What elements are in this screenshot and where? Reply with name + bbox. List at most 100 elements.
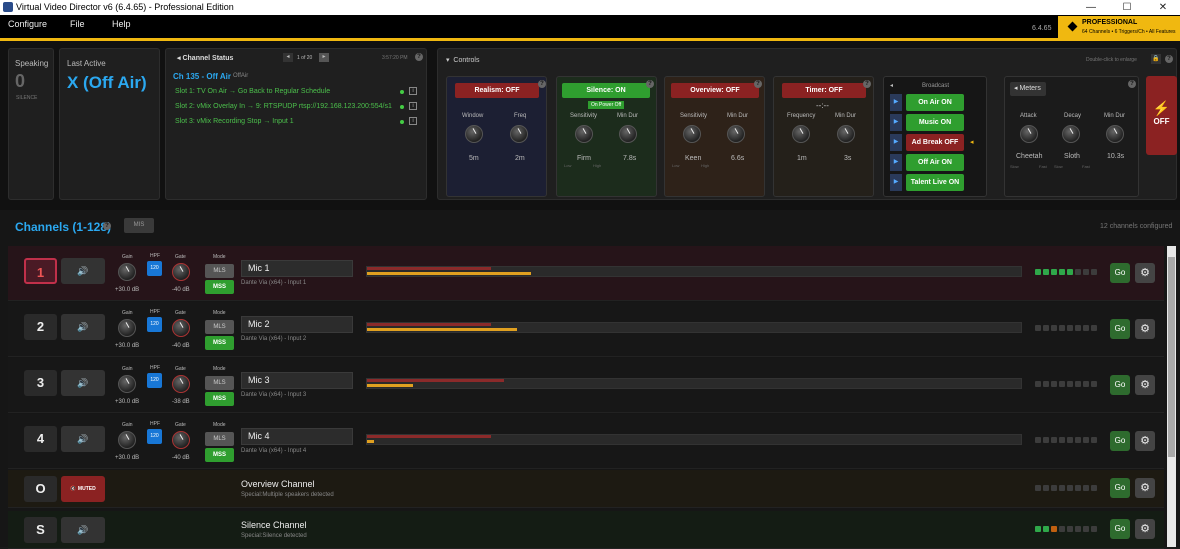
mss-button[interactable]: MSS (205, 448, 234, 462)
mss-button[interactable]: MSS (205, 280, 234, 294)
on-air-button[interactable]: On Air ON (906, 94, 964, 111)
controls-help-icon[interactable]: ? (1165, 55, 1173, 63)
lock-icon[interactable]: 🔒 (1151, 54, 1161, 64)
broadcast-collapse[interactable]: ◂ (890, 82, 893, 89)
speaker-button[interactable]: 🔊 (61, 258, 105, 284)
go-button[interactable]: Go (1110, 263, 1130, 283)
gear-icon[interactable]: ⚙ (1135, 478, 1155, 498)
hpf-button[interactable]: 120 (147, 373, 162, 388)
gate-knob[interactable] (172, 431, 190, 449)
speaker-button[interactable]: 🔊 (61, 426, 105, 452)
gear-icon[interactable]: ⚙ (1135, 263, 1155, 283)
meters-title[interactable]: ◂ Meters (1010, 82, 1046, 96)
prev-page-button[interactable]: ◂ (283, 53, 293, 62)
overview-mindur-knob[interactable] (727, 125, 745, 143)
off-air-button[interactable]: Off Air ON (906, 154, 964, 171)
slot-2-info-icon[interactable]: i (409, 102, 417, 110)
go-button[interactable]: Go (1110, 519, 1130, 539)
gear-icon[interactable]: ⚙ (1135, 431, 1155, 451)
meters-help-icon[interactable]: ? (1128, 80, 1136, 88)
slot-1-info-icon[interactable]: i (409, 87, 417, 95)
mls-button[interactable]: MLS (205, 320, 234, 334)
music-button[interactable]: Music ON (906, 114, 964, 131)
special-speaker-button[interactable]: 🔇 MUTED (61, 476, 105, 502)
gain-knob[interactable] (118, 263, 136, 281)
broadcast-play-2[interactable]: ▶ (890, 114, 902, 131)
realism-toggle[interactable]: Realism: OFF (455, 83, 539, 98)
maximize-button[interactable]: ☐ (1109, 0, 1145, 15)
overview-help-icon[interactable]: ? (754, 80, 762, 88)
hpf-button[interactable]: 120 (147, 317, 162, 332)
gain-knob[interactable] (118, 431, 136, 449)
mls-button[interactable]: MLS (205, 432, 234, 446)
gain-knob[interactable] (118, 319, 136, 337)
scrollbar-thumb[interactable] (1168, 257, 1175, 457)
go-button[interactable]: Go (1110, 375, 1130, 395)
gear-icon[interactable]: ⚙ (1135, 319, 1155, 339)
special-channel-number[interactable]: O (24, 476, 57, 502)
silence-help-icon[interactable]: ? (646, 80, 654, 88)
gear-icon[interactable]: ⚙ (1135, 519, 1155, 539)
mss-button[interactable]: MSS (205, 336, 234, 350)
ad-break-button[interactable]: Ad Break OFF (906, 134, 964, 151)
silence-mindur-knob[interactable] (619, 125, 637, 143)
mls-button[interactable]: MLS (205, 376, 234, 390)
timer-mindur-knob[interactable] (837, 125, 855, 143)
hpf-button[interactable]: 120 (147, 429, 162, 444)
slot-3-info-icon[interactable]: i (409, 117, 417, 125)
gate-knob[interactable] (172, 263, 190, 281)
mls-button[interactable]: MLS (205, 264, 234, 278)
channel-name-field[interactable]: Mic 1 (241, 260, 353, 277)
realism-window-knob[interactable] (465, 125, 483, 143)
next-page-button[interactable]: ▸ (319, 53, 329, 62)
realism-help-icon[interactable]: ? (538, 80, 546, 88)
realism-freq-knob[interactable] (510, 125, 528, 143)
broadcast-play-4[interactable]: ▶ (890, 154, 902, 171)
broadcast-play-1[interactable]: ▶ (890, 94, 902, 111)
silence-power-badge[interactable]: On Power Off (588, 101, 625, 109)
gain-knob[interactable] (118, 375, 136, 393)
silence-toggle[interactable]: Silence: ON (562, 83, 650, 98)
gate-knob[interactable] (172, 319, 190, 337)
mss-button[interactable]: MSS (205, 392, 234, 406)
talent-live-button[interactable]: Talent Live ON (906, 174, 964, 191)
overview-toggle[interactable]: Overview: OFF (671, 83, 759, 98)
broadcast-play-5[interactable]: ▶ (890, 174, 902, 191)
speaker-button[interactable]: 🔊 (61, 370, 105, 396)
channel-name-field[interactable]: Mic 4 (241, 428, 353, 445)
channel-number[interactable]: 2 (24, 314, 57, 340)
attack-knob[interactable] (1020, 125, 1038, 143)
gate-knob[interactable] (172, 375, 190, 393)
channel-number[interactable]: 3 (24, 370, 57, 396)
go-button[interactable]: Go (1110, 431, 1130, 451)
meters-mindur-knob[interactable] (1106, 125, 1124, 143)
channel-number[interactable]: 4 (24, 426, 57, 452)
gear-icon[interactable]: ⚙ (1135, 375, 1155, 395)
timer-freq-knob[interactable] (792, 125, 810, 143)
menu-help[interactable]: Help (112, 19, 131, 29)
channel-name-field[interactable]: Mic 3 (241, 372, 353, 389)
close-button[interactable]: ✕ (1145, 0, 1180, 15)
go-button[interactable]: Go (1110, 319, 1130, 339)
speaker-button[interactable]: 🔊 (61, 314, 105, 340)
timer-help-icon[interactable]: ? (863, 80, 871, 88)
go-button[interactable]: Go (1110, 478, 1130, 498)
channels-help-icon[interactable]: ? (103, 222, 111, 230)
channel-status-title[interactable]: ◂ Channel Status (177, 54, 233, 62)
silence-sens-knob[interactable] (575, 125, 593, 143)
hpf-button[interactable]: 120 (147, 261, 162, 276)
master-off-button[interactable]: ⚡ OFF (1146, 76, 1177, 155)
channel-name-field[interactable]: Mic 2 (241, 316, 353, 333)
minimize-button[interactable]: — (1073, 0, 1109, 15)
timer-toggle[interactable]: Timer: OFF (782, 83, 866, 98)
overview-sens-knob[interactable] (683, 125, 701, 143)
menu-file[interactable]: File (70, 19, 85, 29)
channel-number[interactable]: 1 (24, 258, 57, 284)
special-channel-number[interactable]: S (24, 517, 57, 543)
special-speaker-button[interactable]: 🔊 (61, 517, 105, 543)
menu-configure[interactable]: Configure (8, 19, 47, 29)
controls-title[interactable]: ▾ Controls (446, 56, 479, 64)
help-icon[interactable]: ? (415, 53, 423, 61)
broadcast-play-3[interactable]: ▶ (890, 134, 902, 151)
decay-knob[interactable] (1062, 125, 1080, 143)
